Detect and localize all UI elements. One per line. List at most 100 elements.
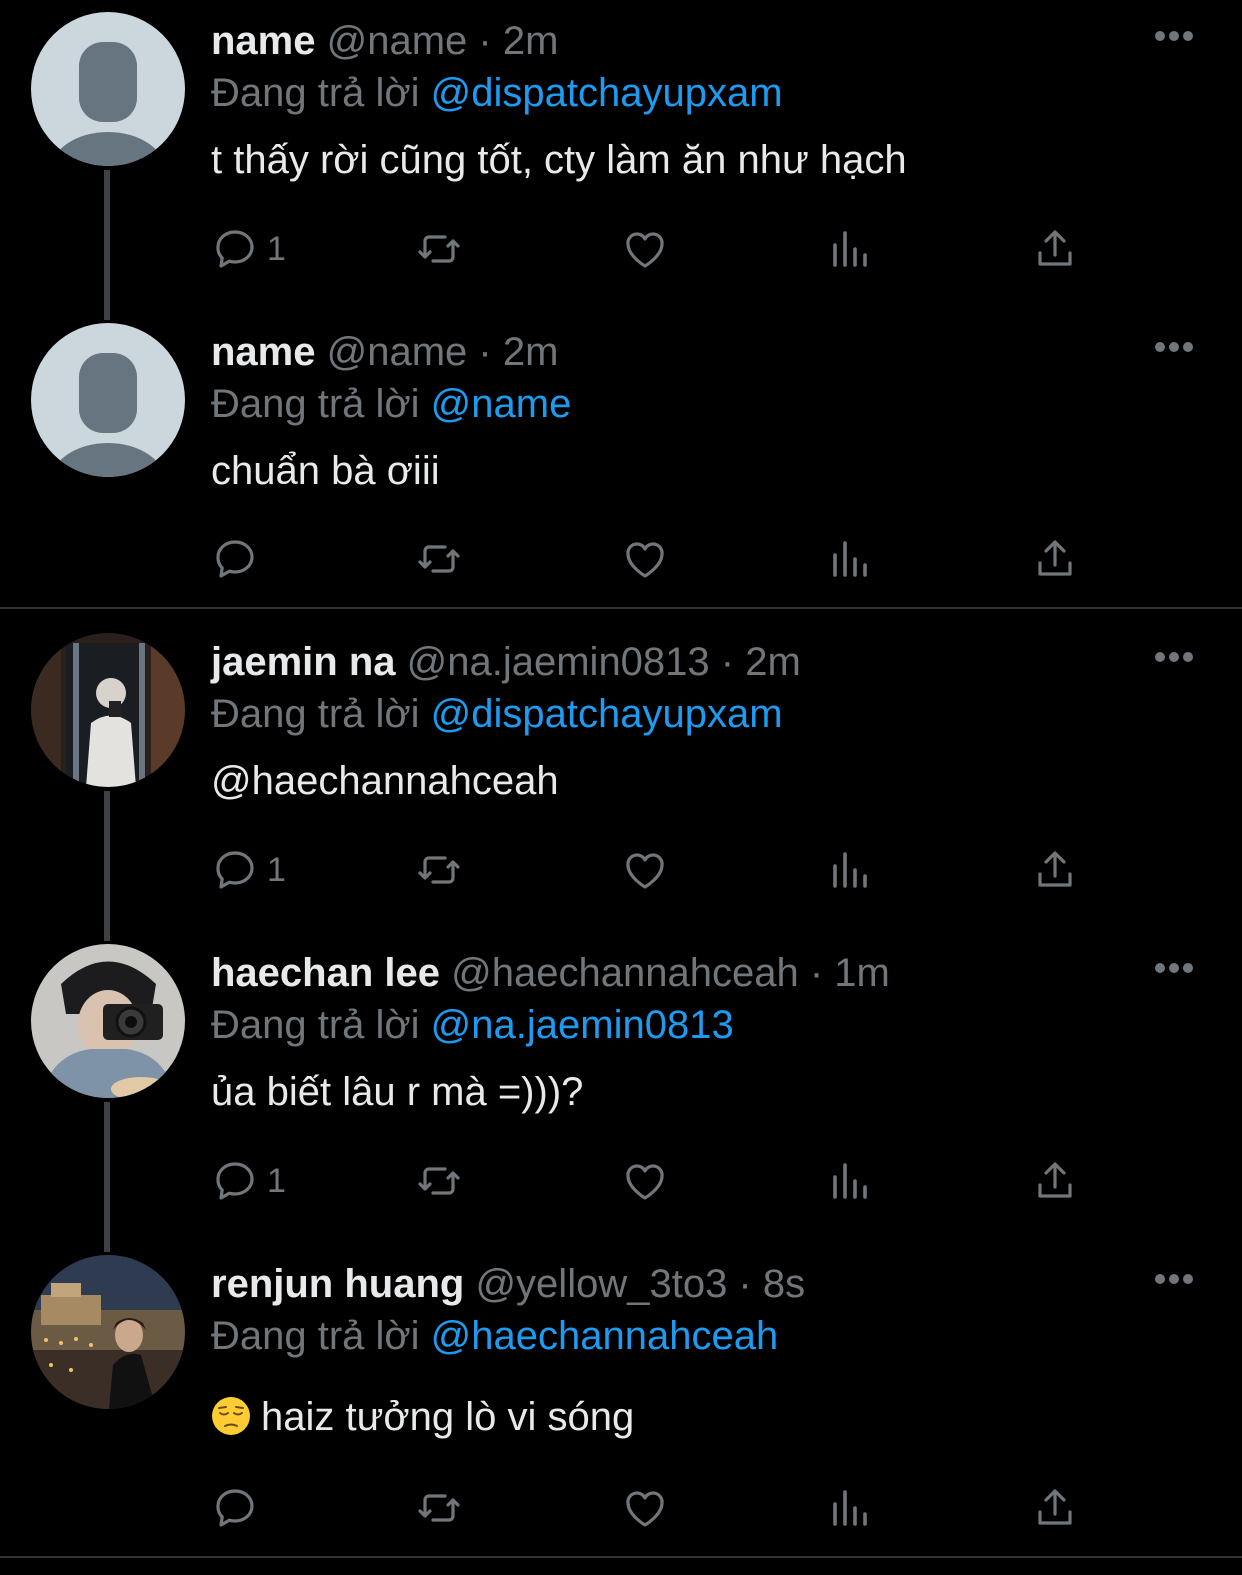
handle[interactable]: @haechannahceah xyxy=(451,951,799,995)
display-name[interactable]: name xyxy=(211,330,316,374)
reply-button[interactable]: 1 xyxy=(211,1156,286,1206)
more-options-icon[interactable] xyxy=(1154,341,1194,353)
share-icon xyxy=(1038,851,1072,887)
thread-connector xyxy=(104,170,110,320)
separator: · xyxy=(467,330,503,374)
like-button[interactable] xyxy=(621,845,669,895)
like-button[interactable] xyxy=(621,1156,669,1206)
display-name[interactable]: renjun huang xyxy=(211,1262,464,1306)
share-button[interactable] xyxy=(1031,224,1079,274)
share-icon xyxy=(1038,1162,1072,1198)
tweet[interactable]: name @name · 2m Đang trả lời @dispatchay… xyxy=(0,0,1242,320)
display-name[interactable]: name xyxy=(211,19,316,63)
retweet-button[interactable] xyxy=(415,224,463,274)
camera-photo-icon xyxy=(31,944,185,1098)
timestamp[interactable]: 8s xyxy=(763,1262,805,1306)
more-options-icon[interactable] xyxy=(1154,30,1194,42)
tweet[interactable]: jaemin na @na.jaemin0813 · 2m Đang trả l… xyxy=(0,621,1242,941)
tweet-actions: 1 xyxy=(211,224,1091,274)
share-button[interactable] xyxy=(1031,1156,1079,1206)
handle[interactable]: @na.jaemin0813 xyxy=(407,640,710,684)
heart-icon xyxy=(626,1491,664,1527)
retweet-icon xyxy=(418,545,460,573)
avatar[interactable] xyxy=(31,944,185,1098)
tweet-text: chuẩn bà ơiii xyxy=(211,449,440,493)
replying-to: Đang trả lời @dispatchayupxam xyxy=(211,70,783,116)
reply-mention[interactable]: @name xyxy=(431,382,572,426)
reply-prefix: Đang trả lời xyxy=(211,71,420,115)
thread-connector xyxy=(104,791,110,941)
views-button[interactable] xyxy=(827,1483,875,1533)
reply-mention[interactable]: @dispatchayupxam xyxy=(431,692,783,736)
analytics-icon xyxy=(833,852,867,888)
pensive-face-icon xyxy=(212,1397,250,1435)
views-button[interactable] xyxy=(827,534,875,584)
thread-divider xyxy=(0,607,1242,609)
night-city-photo-icon xyxy=(31,1255,185,1409)
tweet[interactable]: name @name · 2m Đang trả lời @name chuẩn… xyxy=(0,311,1242,607)
reply-button[interactable]: 1 xyxy=(211,845,286,895)
analytics-icon xyxy=(833,1163,867,1199)
avatar[interactable] xyxy=(31,12,185,166)
replying-to: Đang trả lời @dispatchayupxam xyxy=(211,691,783,737)
replying-to: Đang trả lời @haechannahceah xyxy=(211,1313,778,1359)
handle[interactable]: @yellow_3to3 xyxy=(475,1262,727,1306)
tweet-text-mention[interactable]: @haechannahceah xyxy=(211,757,559,805)
display-name[interactable]: jaemin na xyxy=(211,640,396,684)
tweet-text-row: haiz tưởng lò vi sóng xyxy=(211,1393,634,1441)
like-button[interactable] xyxy=(621,534,669,584)
share-icon xyxy=(1038,540,1072,576)
avatar[interactable] xyxy=(31,633,185,787)
separator: · xyxy=(709,640,746,684)
like-button[interactable] xyxy=(621,224,669,274)
reply-prefix: Đang trả lời xyxy=(211,382,420,426)
like-button[interactable] xyxy=(621,1483,669,1533)
reply-icon xyxy=(216,851,254,889)
default-avatar-icon xyxy=(31,12,185,166)
tweet-text: t thấy rời cũng tốt, cty làm ăn như hạch xyxy=(211,138,907,182)
views-button[interactable] xyxy=(827,224,875,274)
share-button[interactable] xyxy=(1031,534,1079,584)
bottom-divider xyxy=(0,1556,1242,1558)
timestamp[interactable]: 1m xyxy=(834,951,890,995)
views-button[interactable] xyxy=(827,1156,875,1206)
display-name[interactable]: haechan lee xyxy=(211,951,440,995)
reply-button[interactable] xyxy=(211,534,267,584)
handle[interactable]: @name xyxy=(327,19,468,63)
retweet-icon xyxy=(418,1494,460,1522)
retweet-button[interactable] xyxy=(415,534,463,584)
retweet-button[interactable] xyxy=(415,1483,463,1533)
tweet-actions xyxy=(211,534,1091,584)
retweet-icon xyxy=(418,235,460,263)
more-options-icon[interactable] xyxy=(1154,962,1194,974)
reply-mention[interactable]: @dispatchayupxam xyxy=(431,71,783,115)
tweet-header: haechan lee @haechannahceah · 1m xyxy=(211,950,890,996)
reply-button[interactable]: 1 xyxy=(211,224,286,274)
tweet[interactable]: haechan lee @haechannahceah · 1m Đang tr… xyxy=(0,932,1242,1252)
reply-count: 1 xyxy=(267,229,286,268)
timestamp[interactable]: 2m xyxy=(745,640,801,684)
avatar[interactable] xyxy=(31,323,185,477)
reply-button[interactable] xyxy=(211,1483,267,1533)
reply-mention[interactable]: @na.jaemin0813 xyxy=(431,1003,734,1047)
share-icon xyxy=(1038,230,1072,266)
tweet-header: renjun huang @yellow_3to3 · 8s xyxy=(211,1261,805,1307)
timestamp[interactable]: 2m xyxy=(503,330,559,374)
more-options-icon[interactable] xyxy=(1154,1273,1194,1285)
analytics-icon xyxy=(833,1490,867,1526)
tweet-actions: 1 xyxy=(211,1156,1091,1206)
reply-prefix: Đang trả lời xyxy=(211,1003,420,1047)
avatar[interactable] xyxy=(31,1255,185,1409)
tweet[interactable]: renjun huang @yellow_3to3 · 8s Đang trả … xyxy=(0,1243,1242,1555)
share-button[interactable] xyxy=(1031,845,1079,895)
views-button[interactable] xyxy=(827,845,875,895)
retweet-button[interactable] xyxy=(415,845,463,895)
timestamp[interactable]: 2m xyxy=(503,19,559,63)
reply-icon xyxy=(216,1162,254,1200)
reply-mention[interactable]: @haechannahceah xyxy=(431,1314,779,1358)
retweet-button[interactable] xyxy=(415,1156,463,1206)
share-button[interactable] xyxy=(1031,1483,1079,1533)
separator: · xyxy=(727,1262,763,1306)
more-options-icon[interactable] xyxy=(1154,651,1194,663)
handle[interactable]: @name xyxy=(327,330,468,374)
